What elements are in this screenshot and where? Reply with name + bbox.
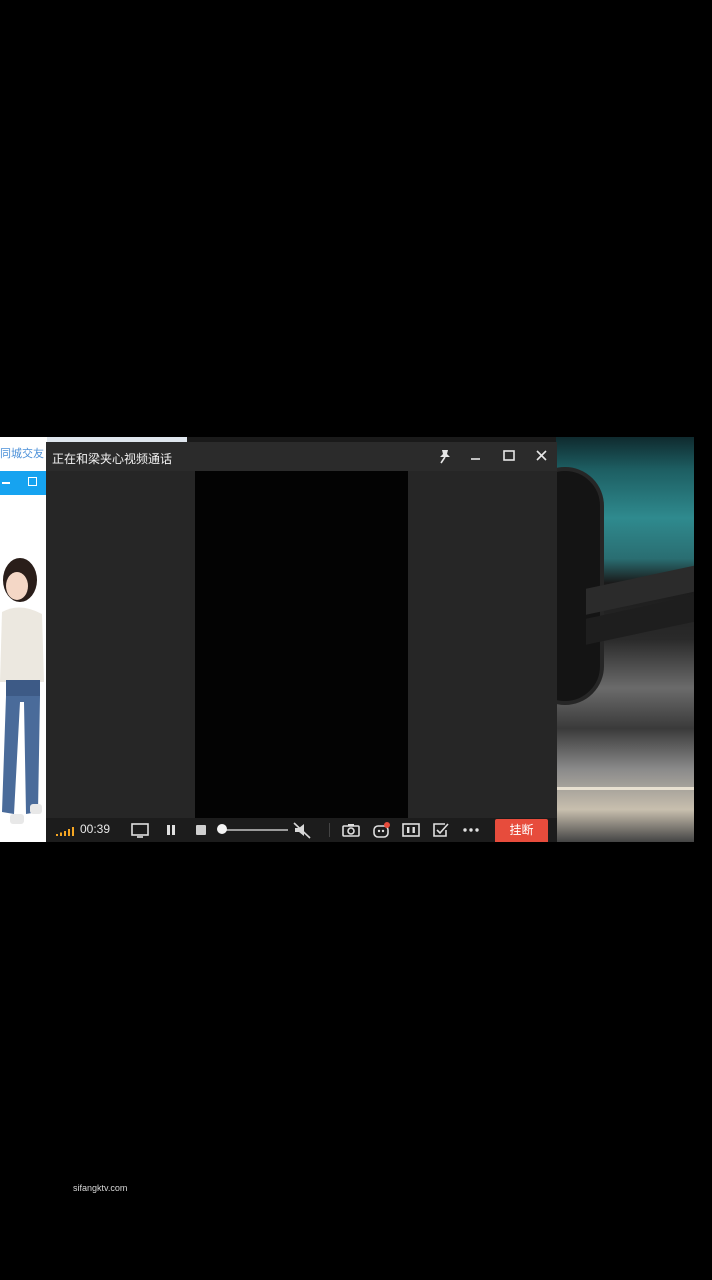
minimize-icon[interactable] [2, 482, 10, 484]
background-image-right [526, 437, 694, 842]
call-window-titlebar[interactable]: 正在和梁夹心视频通话 [46, 442, 557, 471]
remote-video-feed[interactable] [195, 471, 408, 818]
background-window-left: 同城交友 [0, 437, 47, 842]
background-window-title: 同城交友 [0, 448, 44, 460]
close-icon[interactable] [530, 445, 554, 467]
call-window-title: 正在和梁夹心视频通话 [52, 452, 173, 466]
watermark-text: sifangktv.com [73, 1183, 128, 1193]
face-effect-icon[interactable] [371, 821, 391, 839]
pause-icon[interactable] [161, 821, 181, 839]
video-call-window: 正在和梁夹心视频通话 00:39 挂断 [46, 442, 557, 842]
maximize-icon[interactable] [28, 477, 37, 486]
speaker-muted-icon[interactable] [292, 821, 312, 839]
background-window-titlebar [0, 471, 47, 495]
control-divider [329, 823, 330, 837]
stop-icon[interactable] [191, 821, 211, 839]
video-side-panel-right [408, 471, 557, 818]
volume-slider-track[interactable] [222, 829, 288, 831]
signal-strength-icon [56, 827, 74, 836]
screen-share-icon[interactable] [130, 821, 150, 839]
video-side-panel-left [46, 471, 195, 818]
road-stripe [556, 787, 694, 790]
screen-recording: 同城交友 正在和梁夹心视频通话 00:39 挂断 [0, 437, 694, 842]
layout-icon[interactable] [401, 821, 421, 839]
edit-check-icon[interactable] [431, 821, 451, 839]
call-elapsed-time: 00:39 [80, 822, 111, 836]
avatar-illustration [0, 558, 44, 824]
minimize-icon[interactable] [464, 445, 488, 467]
camera-icon[interactable] [341, 821, 361, 839]
maximize-icon[interactable] [497, 445, 521, 467]
call-control-bar: 00:39 挂断 [46, 818, 557, 842]
hangup-button[interactable]: 挂断 [495, 819, 548, 842]
more-icon[interactable] [461, 821, 481, 839]
volume-slider-knob[interactable] [217, 824, 227, 834]
pin-icon[interactable] [433, 445, 457, 467]
